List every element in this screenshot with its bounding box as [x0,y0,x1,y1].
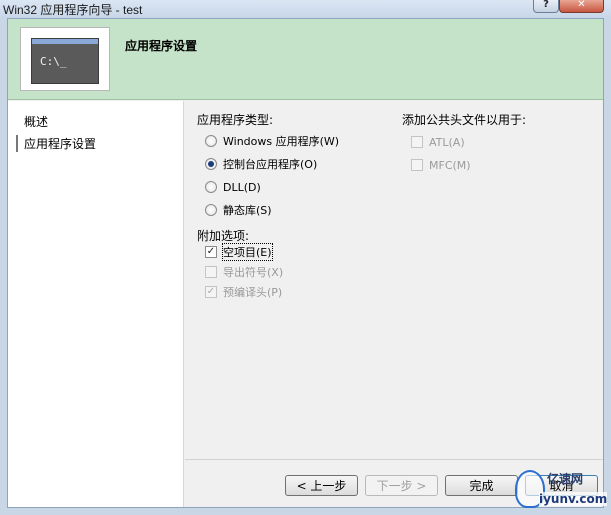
checkbox-atl[interactable]: ATL(A) [411,134,465,150]
button-separator [185,459,603,460]
checkbox-atl-label: ATL(A) [429,135,465,149]
wizard-header: C:\_ 应用程序设置 [8,19,603,100]
console-app-image: C:\_ [20,27,110,91]
radio-button-icon[interactable] [205,181,217,193]
console-window-titlebar [32,39,98,44]
extra-options-label: 附加选项: [197,229,250,243]
common-headers-label: 添加公共头文件以用于: [402,113,527,127]
help-icon: ? [543,0,549,10]
checkbox-checked-icon[interactable]: ✓ [205,286,217,298]
checkbox-icon[interactable] [411,159,423,171]
console-prompt-text: C:\_ [40,55,67,68]
radio-button-icon[interactable] [205,204,217,216]
finish-button[interactable]: 完成 [445,475,518,496]
checkbox-mfc-label: MFC(M) [429,158,471,172]
checkbox-icon[interactable] [205,266,217,278]
cancel-button[interactable]: 取消 [525,475,598,496]
title-bar: Win32 应用程序向导 - test ? ✕ [0,0,611,18]
checkbox-mfc[interactable]: MFC(M) [411,157,471,173]
radio-button-icon[interactable] [205,135,217,147]
close-button[interactable]: ✕ [559,0,604,13]
checkbox-precompiled-header-label: 预编译头(P) [223,286,283,299]
console-window-icon: C:\_ [31,38,99,84]
wizard-nav: 概述 应用程序设置 [8,101,184,507]
settings-panel: 应用程序类型: Windows 应用程序(W) 控制台应用程序(O) DLL(D… [185,101,603,507]
radio-console-app[interactable]: 控制台应用程序(O) [205,156,317,172]
page-title: 应用程序设置 [125,39,198,53]
radio-dll[interactable]: DLL(D) [205,179,261,195]
nav-item-overview[interactable]: 概述 [24,113,48,130]
checkbox-precompiled-header[interactable]: ✓ 预编译头(P) [205,284,282,300]
radio-button-selected-icon[interactable] [205,158,217,170]
checkbox-icon[interactable] [411,136,423,148]
next-button[interactable]: 下一步 > [365,475,438,496]
radio-dll-label: DLL(D) [223,180,261,194]
checkbox-checked-icon[interactable]: ✓ [205,246,217,258]
radio-static-lib[interactable]: 静态库(S) [205,202,272,218]
checkbox-export-symbols[interactable]: 导出符号(X) [205,264,283,280]
wizard-dialog: C:\_ 应用程序设置 概述 应用程序设置 应用程序类型: Windows 应用… [7,18,604,508]
radio-windows-app-label: Windows 应用程序(W) [223,135,340,148]
help-button[interactable]: ? [533,0,559,13]
radio-static-lib-label: 静态库(S) [223,204,272,217]
radio-windows-app[interactable]: Windows 应用程序(W) [205,133,339,149]
radio-console-app-label: 控制台应用程序(O) [223,158,318,171]
nav-item-app-settings[interactable]: 应用程序设置 [16,135,96,152]
app-type-label: 应用程序类型: [197,113,274,127]
close-icon: ✕ [577,0,586,10]
prev-button[interactable]: < 上一步 [285,475,358,496]
checkbox-export-symbols-label: 导出符号(X) [223,266,284,279]
checkbox-empty-project-label: 空项目(E) [222,243,273,261]
window-title: Win32 应用程序向导 - test [3,3,143,17]
checkbox-empty-project[interactable]: ✓ 空项目(E) [205,243,273,261]
